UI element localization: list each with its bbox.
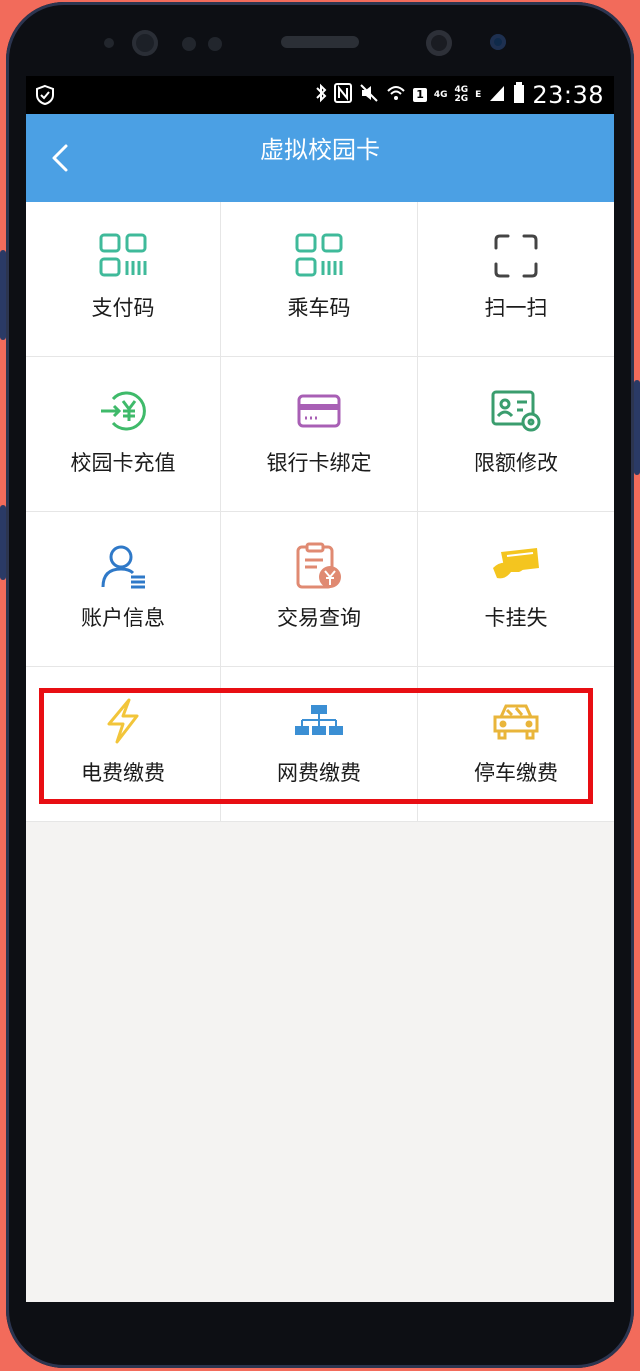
qr-code-icon	[97, 232, 149, 280]
grid-item-label: 支付码	[91, 296, 155, 320]
grid-item-label: 卡挂失	[484, 606, 548, 630]
bluetooth-icon	[315, 83, 327, 107]
earpiece-speaker	[281, 36, 359, 48]
grid-item-label: 乘车码	[287, 296, 351, 320]
shield-check-icon	[34, 84, 56, 110]
recharge-yen-icon	[97, 387, 149, 435]
iris-camera	[426, 30, 452, 56]
grid-item-label: 交易查询	[277, 606, 361, 630]
front-camera	[132, 30, 158, 56]
grid-item-label: 扫一扫	[484, 296, 548, 320]
power-button	[634, 380, 640, 475]
network-2g-bottom: 2G	[454, 94, 469, 104]
grid-item-label: 限额修改	[474, 451, 558, 475]
bottom-bezel	[26, 1302, 614, 1342]
bank-card-icon	[293, 387, 345, 435]
nfc-icon	[334, 83, 353, 107]
sensor-dot	[104, 38, 114, 48]
battery-icon	[513, 82, 525, 108]
grid-item-bank-card-binding[interactable]: 银行卡绑定	[221, 357, 418, 512]
network-4g2g-indicator: 4G 2G	[455, 86, 469, 104]
status-bar: 1 4G 4G 2G E 23:38	[26, 76, 614, 114]
grid-item-card-loss[interactable]: 卡挂失	[418, 512, 614, 667]
grid-item-label: 校园卡充值	[70, 451, 176, 475]
grid-item-campus-card-recharge[interactable]: 校园卡充值	[26, 357, 221, 512]
grid-item-ride-code[interactable]: 乘车码	[221, 202, 418, 357]
network-e-label: E	[475, 89, 482, 100]
card-loss-icon	[490, 542, 542, 590]
scan-frame-icon	[490, 232, 542, 280]
volume-button	[0, 250, 6, 340]
grid-item-label: 账户信息	[81, 606, 165, 630]
grid-item-scan[interactable]: 扫一扫	[418, 202, 614, 357]
screen: 1 4G 4G 2G E 23:38 虚拟校园卡 支付码 乘车码 扫一扫 校园卡…	[26, 76, 614, 1302]
grid-item-limit-modify[interactable]: 限额修改	[418, 357, 614, 512]
wifi-icon	[386, 83, 406, 107]
bixby-button	[0, 505, 6, 580]
sim-badge: 1	[413, 88, 427, 102]
status-time: 23:38	[532, 81, 604, 109]
mute-icon	[359, 83, 379, 107]
sensor-dot	[182, 37, 196, 51]
network-4g-label: 4G	[433, 89, 448, 100]
grid-item-label: 银行卡绑定	[266, 451, 372, 475]
id-card-settings-icon	[490, 387, 542, 435]
user-account-icon	[97, 542, 149, 590]
grid-item-transaction-query[interactable]: 交易查询	[221, 512, 418, 667]
highlight-box	[39, 688, 593, 804]
signal-icon	[488, 84, 506, 106]
page-title: 虚拟校园卡	[260, 136, 380, 164]
sensor-dot	[208, 37, 222, 51]
qr-code-icon	[293, 232, 345, 280]
app-header: 虚拟校园卡	[26, 114, 614, 202]
transaction-query-icon	[293, 542, 345, 590]
grid-item-account-info[interactable]: 账户信息	[26, 512, 221, 667]
iris-sensor	[490, 34, 506, 50]
grid-item-pay-code[interactable]: 支付码	[26, 202, 221, 357]
